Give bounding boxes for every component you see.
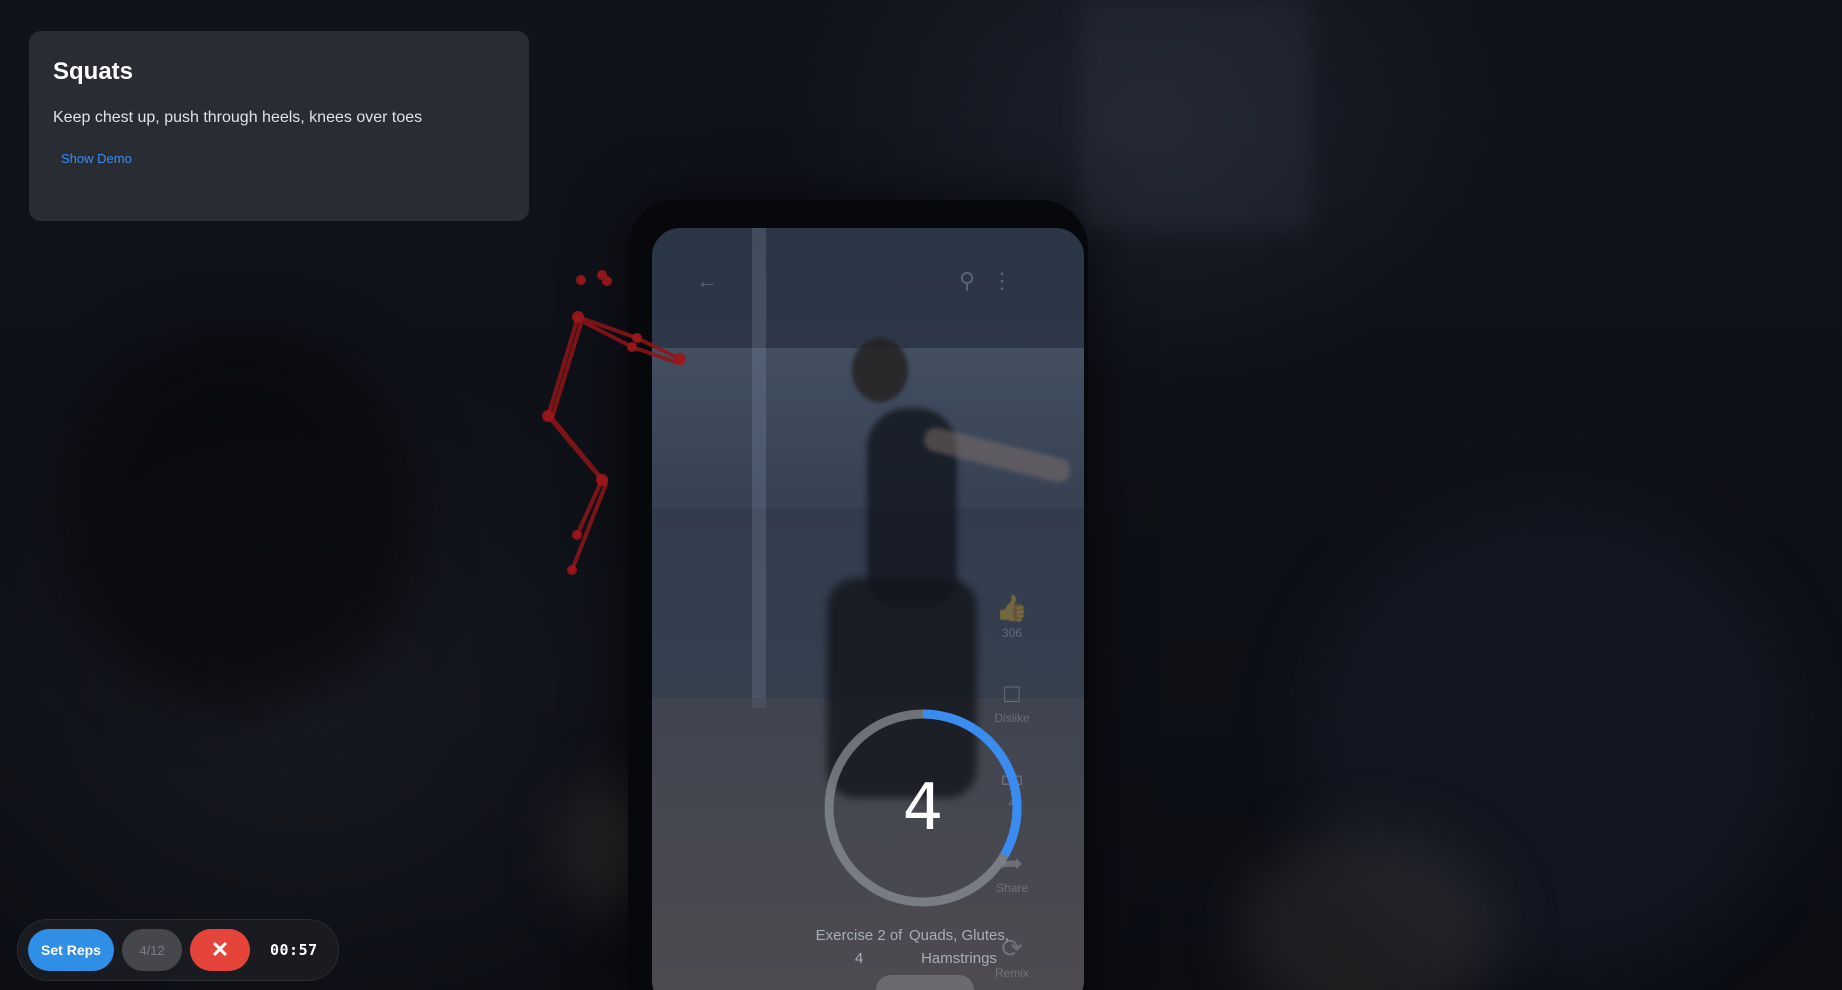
like-icon: 👍 306 bbox=[987, 593, 1037, 640]
show-demo-button[interactable]: Show Demo bbox=[53, 147, 140, 170]
exercise-form-cue: Keep chest up, push through heels, knees… bbox=[53, 109, 423, 127]
exercise-info-card: Squats Keep chest up, push through heels… bbox=[29, 31, 529, 221]
skeleton-joint-ankle-left bbox=[572, 530, 582, 540]
rep-count: 4 bbox=[902, 771, 944, 845]
rep-progress-button[interactable]: 4/12 bbox=[122, 929, 182, 971]
exercise-index: Exercise 2 of 4 bbox=[815, 927, 903, 967]
skeleton-joint-knee bbox=[596, 474, 608, 486]
background-curtain bbox=[1080, 0, 1310, 230]
set-reps-button[interactable]: Set Reps bbox=[28, 929, 114, 971]
target-muscles: Quads, Glutes, Hamstrings bbox=[908, 927, 1010, 967]
skeleton-torso-left bbox=[546, 315, 580, 418]
close-icon: ✕ bbox=[210, 937, 230, 962]
skeleton-joint-elbow bbox=[632, 333, 642, 343]
background-shadow bbox=[60, 330, 420, 710]
skeleton-joint-eye-left bbox=[576, 275, 586, 285]
skeleton-thigh-right bbox=[550, 416, 608, 486]
skeleton-shin-right bbox=[570, 482, 608, 572]
rep-counter: 4 bbox=[821, 706, 1025, 910]
skeleton-torso-right bbox=[550, 318, 584, 420]
more-icon: ⋮ bbox=[991, 268, 1013, 293]
background-phone-button bbox=[876, 975, 974, 990]
skeleton-joint-ear bbox=[602, 276, 612, 286]
skeleton-joint-elbow-2 bbox=[627, 342, 637, 352]
phone-screen-pillar bbox=[752, 228, 766, 708]
workout-control-bar: Set Reps 4/12 ✕ 00:57 bbox=[17, 919, 339, 981]
camera-feed: ← ⚲ ⋮ 👍 306 □ Dislike ▭ 4 ➦ Share ⟳ Remix bbox=[0, 0, 1842, 990]
skeleton-joint-shoulder bbox=[572, 311, 584, 323]
workout-timer: 00:57 bbox=[270, 941, 318, 959]
exercise-title: Squats bbox=[53, 58, 134, 85]
person-head bbox=[852, 338, 908, 402]
skeleton-joint-hip bbox=[542, 410, 554, 422]
pose-skeleton-overlay bbox=[542, 270, 686, 575]
skeleton-joint-wrist bbox=[674, 353, 686, 365]
skeleton-joint-ankle-right bbox=[567, 565, 577, 575]
like-count: 306 bbox=[1001, 626, 1023, 640]
end-workout-button[interactable]: ✕ bbox=[190, 929, 250, 971]
